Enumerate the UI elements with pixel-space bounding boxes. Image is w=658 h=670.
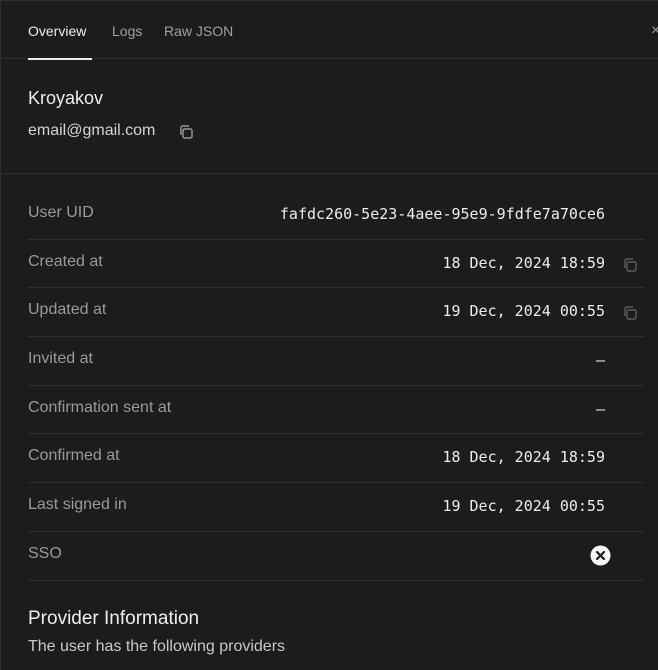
provider-info-heading: Provider Information (28, 608, 200, 629)
detail-label: Invited at (28, 350, 93, 368)
confirmation-sent-at-value: – (595, 399, 605, 418)
tab-overview[interactable]: Overview (28, 1, 92, 60)
tab-bar: Overview Logs Raw JSON × (1, 1, 658, 60)
tab-raw-json[interactable]: Raw JSON (164, 1, 233, 59)
detail-label: Created at (28, 252, 103, 270)
user-name: Kroyakov (28, 88, 104, 108)
user-email: email@gmail.com (28, 122, 156, 139)
copy-icon[interactable] (622, 305, 638, 321)
created-at-value: 18 Dec, 2024 18:59 (442, 253, 605, 272)
provider-info-description: The user has the following providers (28, 638, 286, 655)
detail-row-created-at: Created at 18 Dec, 2024 18:59 (28, 240, 644, 289)
user-details-panel: Overview Logs Raw JSON × Kroyakov email@… (0, 0, 658, 670)
detail-label: Last signed in (28, 496, 127, 514)
close-icon[interactable]: × (651, 23, 658, 39)
copy-icon[interactable] (178, 124, 194, 140)
detail-label: SSO (28, 544, 62, 562)
detail-row-confirmed-at: Confirmed at 18 Dec, 2024 18:59 (28, 434, 644, 484)
detail-row-confirmation-sent-at: Confirmation sent at – (28, 386, 644, 435)
last-signed-in-value: 19 Dec, 2024 00:55 (442, 497, 605, 516)
detail-row-user-uid: User UID fafdc260-5e23-4aee-95e9-9fdfe7a… (28, 191, 644, 240)
detail-row-updated-at: Updated at 19 Dec, 2024 00:55 (28, 288, 644, 338)
user-detail-list: User UID fafdc260-5e23-4aee-95e9-9fdfe7a… (28, 191, 644, 581)
detail-label: Confirmation sent at (28, 398, 172, 416)
tab-logs[interactable]: Logs (112, 1, 142, 59)
detail-label: User UID (28, 204, 94, 221)
user-header: Kroyakov email@gmail.com (1, 59, 658, 174)
detail-row-sso: SSO (28, 532, 644, 581)
invited-at-value: – (595, 351, 605, 370)
copy-icon[interactable] (622, 257, 638, 273)
updated-at-value: 19 Dec, 2024 00:55 (442, 302, 605, 321)
detail-label: Updated at (28, 301, 107, 319)
user-uid-value: fafdc260-5e23-4aee-95e9-9fdfe7a70ce6 (279, 205, 605, 223)
confirmed-at-value: 18 Dec, 2024 18:59 (442, 448, 605, 467)
detail-row-last-signed-in: Last signed in 19 Dec, 2024 00:55 (28, 483, 644, 532)
detail-row-invited-at: Invited at – (28, 337, 644, 386)
detail-label: Confirmed at (28, 447, 120, 465)
x-circle-icon (590, 545, 611, 566)
